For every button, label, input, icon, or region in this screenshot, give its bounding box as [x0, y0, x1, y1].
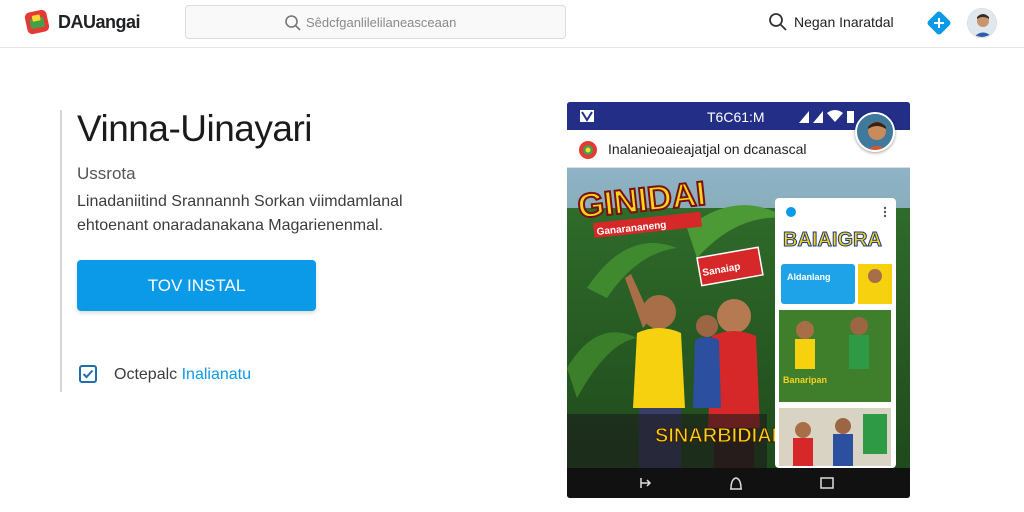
search-icon[interactable]: [768, 12, 788, 32]
plus-icon[interactable]: [926, 10, 952, 36]
avatar-image: [968, 9, 996, 37]
card-title: BAIAIGRA: [783, 229, 882, 251]
home-icon[interactable]: [728, 475, 744, 491]
app-logo-icon: [579, 141, 597, 159]
promo-poster: GINIDAI Ganarananeng Sanaiap SINARBIDIAN…: [567, 168, 910, 468]
recents-icon[interactable]: [819, 475, 835, 491]
brand-logo-icon[interactable]: [24, 9, 50, 35]
avatar[interactable]: [967, 8, 997, 38]
header-avatar[interactable]: [855, 112, 895, 152]
page-title: Vinna-Uinayari: [77, 108, 313, 149]
checkbox-label-accent: Inalianatu: [181, 366, 251, 383]
card-caption: Banaripan: [783, 375, 827, 385]
checkbox-label[interactable]: Octepalc Inalianatu: [114, 366, 251, 384]
search-input[interactable]: Sêdcfganlilelilaneasceaan: [185, 5, 566, 39]
notification-icon: [580, 110, 594, 122]
search-placeholder: Sêdcfganlilelilaneasceaan: [306, 15, 457, 30]
user-name[interactable]: Negan Inaratdal: [794, 14, 894, 30]
app-description: Linadaniitind Srannannh Sorkan viimdamla…: [77, 193, 403, 234]
phone-screenshot: T6C61:M Inalanieoaieajatjal on dcanascal: [567, 102, 910, 498]
checkbox-label-text: Octepalc: [114, 366, 178, 383]
phone-nav-bar: [567, 468, 910, 498]
signal-wifi-battery-icon: [799, 110, 854, 123]
back-icon[interactable]: [637, 475, 653, 491]
card-button-label: Aldanlang: [787, 272, 831, 282]
status-time: T6C61:M: [707, 109, 765, 125]
brand-name[interactable]: DAUangai: [58, 12, 141, 33]
divider: [60, 110, 62, 392]
checkbox-icon[interactable]: [79, 365, 97, 383]
developer-name[interactable]: Ussrota: [77, 164, 136, 184]
search-icon: [285, 15, 301, 31]
install-button[interactable]: TOV INSTAL: [77, 260, 316, 311]
app-bar-title: Inalanieoaieajatjal on dcanascal: [608, 141, 807, 157]
top-bar: DAUangai Sêdcfganlilelilaneasceaan Negan…: [0, 0, 1024, 48]
poster-bottom-text: SINARBIDIAN: [655, 425, 786, 447]
